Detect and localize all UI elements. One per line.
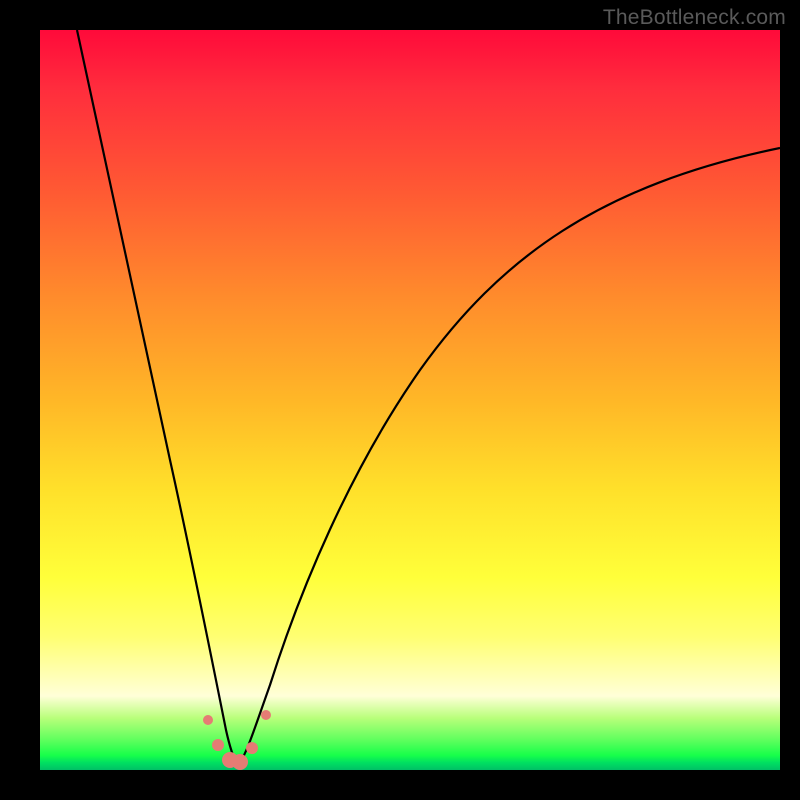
bottleneck-curve — [40, 30, 780, 770]
curve-left-branch — [77, 30, 238, 765]
min-marker — [246, 742, 258, 754]
curve-right-branch — [238, 148, 780, 765]
chart-stage: TheBottleneck.com — [0, 0, 800, 800]
min-marker — [203, 715, 213, 725]
watermark-text: TheBottleneck.com — [603, 6, 786, 30]
min-marker — [212, 739, 224, 751]
min-marker — [232, 754, 248, 770]
plot-area — [40, 30, 780, 770]
min-marker — [261, 710, 271, 720]
